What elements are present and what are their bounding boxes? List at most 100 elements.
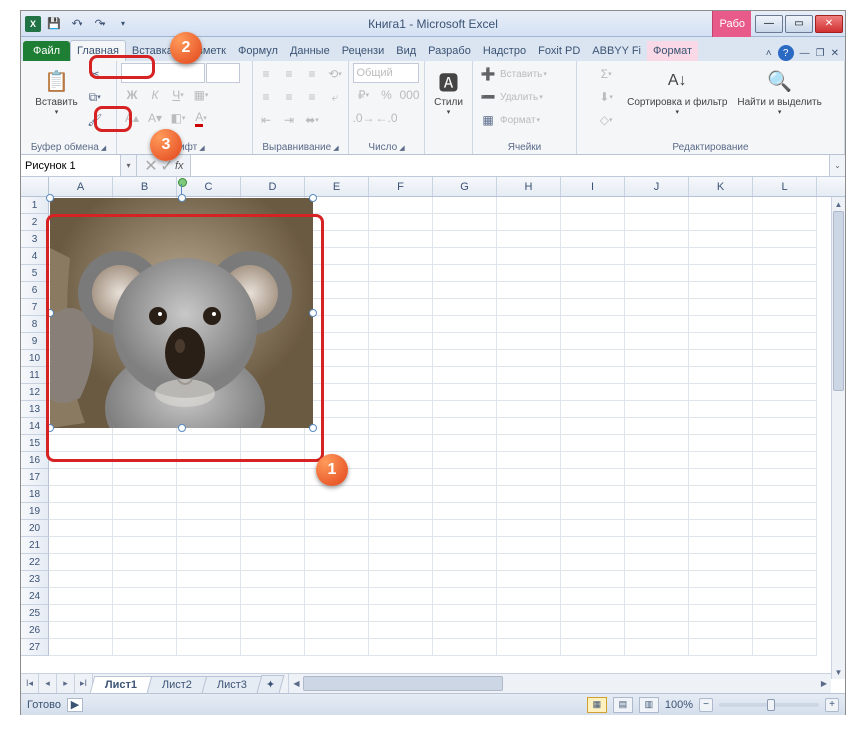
cell[interactable]	[753, 197, 817, 214]
cell[interactable]	[369, 401, 433, 418]
cell[interactable]	[561, 537, 625, 554]
align-right-button[interactable]: ≡	[301, 86, 323, 108]
cell[interactable]	[433, 571, 497, 588]
find-select-button[interactable]: 🔍 Найти и выделить ▾	[733, 63, 825, 118]
cell[interactable]	[753, 452, 817, 469]
cell[interactable]	[753, 350, 817, 367]
clear-button[interactable]: ◇▾	[595, 109, 617, 131]
copy-icon[interactable]: ⧉▾	[84, 86, 106, 108]
font-color-button[interactable]: A▾	[190, 107, 212, 129]
cell[interactable]	[689, 486, 753, 503]
cell[interactable]	[753, 520, 817, 537]
cell[interactable]	[561, 265, 625, 282]
cell[interactable]	[753, 282, 817, 299]
cell[interactable]	[369, 231, 433, 248]
cell[interactable]	[753, 384, 817, 401]
tab-addins[interactable]: Надстро	[477, 41, 532, 61]
row-header[interactable]: 23	[21, 571, 49, 588]
row-header[interactable]: 19	[21, 503, 49, 520]
cell[interactable]	[433, 282, 497, 299]
bold-button[interactable]: Ж	[121, 84, 143, 106]
underline-button[interactable]: Ч▾	[167, 84, 189, 106]
cell[interactable]	[689, 452, 753, 469]
help-icon[interactable]: ?	[778, 45, 794, 61]
row-header[interactable]: 21	[21, 537, 49, 554]
row-header[interactable]: 17	[21, 469, 49, 486]
view-normal-button[interactable]: ▦	[587, 697, 607, 713]
italic-button[interactable]: К	[144, 84, 166, 106]
resize-handle-w[interactable]	[46, 309, 54, 317]
cell[interactable]	[369, 469, 433, 486]
increase-decimal-button[interactable]: .0→	[353, 107, 375, 129]
cell[interactable]	[433, 418, 497, 435]
cell[interactable]	[561, 214, 625, 231]
cut-icon[interactable]: ✂	[84, 63, 106, 85]
cell[interactable]	[177, 452, 241, 469]
cell[interactable]	[625, 384, 689, 401]
cell[interactable]	[561, 588, 625, 605]
cell[interactable]	[369, 350, 433, 367]
cell[interactable]	[561, 571, 625, 588]
cell[interactable]	[561, 622, 625, 639]
cell[interactable]	[689, 571, 753, 588]
column-header[interactable]: D	[241, 177, 305, 196]
autosum-button[interactable]: Σ▾	[595, 63, 617, 85]
currency-button[interactable]: ₽▾	[353, 84, 375, 106]
cell[interactable]	[689, 469, 753, 486]
cell[interactable]	[305, 486, 369, 503]
cell[interactable]	[113, 622, 177, 639]
cell[interactable]	[113, 503, 177, 520]
cell[interactable]	[241, 537, 305, 554]
cell[interactable]	[49, 486, 113, 503]
cell[interactable]	[625, 401, 689, 418]
cell[interactable]	[369, 622, 433, 639]
cell[interactable]	[305, 622, 369, 639]
orientation-button[interactable]: ⟲▾	[324, 63, 346, 85]
cell[interactable]	[625, 452, 689, 469]
increase-indent-button[interactable]: ⇥	[278, 109, 300, 131]
cell[interactable]	[49, 469, 113, 486]
cell[interactable]	[241, 503, 305, 520]
resize-handle-ne[interactable]	[309, 194, 317, 202]
cell[interactable]	[433, 554, 497, 571]
sheet-nav-prev-icon[interactable]: ◂	[39, 674, 57, 693]
qat-customize-icon[interactable]: ▾	[113, 14, 133, 34]
cell[interactable]	[753, 299, 817, 316]
cell[interactable]	[561, 639, 625, 656]
mdi-close-icon[interactable]: ✕	[831, 48, 839, 59]
cell[interactable]	[753, 265, 817, 282]
cell[interactable]	[369, 588, 433, 605]
cell[interactable]	[49, 537, 113, 554]
horizontal-scrollbar[interactable]: ◀ ▶	[288, 674, 831, 693]
row-header[interactable]: 22	[21, 554, 49, 571]
cell[interactable]	[753, 435, 817, 452]
cell[interactable]	[625, 367, 689, 384]
cell[interactable]	[689, 588, 753, 605]
column-header[interactable]: K	[689, 177, 753, 196]
resize-handle-n[interactable]	[178, 194, 186, 202]
cell[interactable]	[497, 231, 561, 248]
cell[interactable]	[433, 316, 497, 333]
resize-handle-sw[interactable]	[46, 424, 54, 432]
cell[interactable]	[625, 520, 689, 537]
font-size-combo[interactable]	[206, 63, 240, 83]
column-header[interactable]: F	[369, 177, 433, 196]
cell[interactable]	[49, 554, 113, 571]
cell[interactable]	[305, 503, 369, 520]
cell[interactable]	[49, 435, 113, 452]
cell[interactable]	[753, 588, 817, 605]
cell[interactable]	[497, 265, 561, 282]
row-header[interactable]: 14	[21, 418, 49, 435]
cell[interactable]	[497, 401, 561, 418]
cell[interactable]	[49, 588, 113, 605]
cell[interactable]	[497, 282, 561, 299]
resize-handle-se[interactable]	[309, 424, 317, 432]
name-box[interactable]: Рисунок 1	[21, 155, 121, 176]
cell[interactable]	[433, 452, 497, 469]
cell[interactable]	[753, 214, 817, 231]
cell[interactable]	[561, 401, 625, 418]
cell[interactable]	[369, 537, 433, 554]
cell[interactable]	[561, 316, 625, 333]
column-header[interactable]: H	[497, 177, 561, 196]
cell[interactable]	[625, 469, 689, 486]
